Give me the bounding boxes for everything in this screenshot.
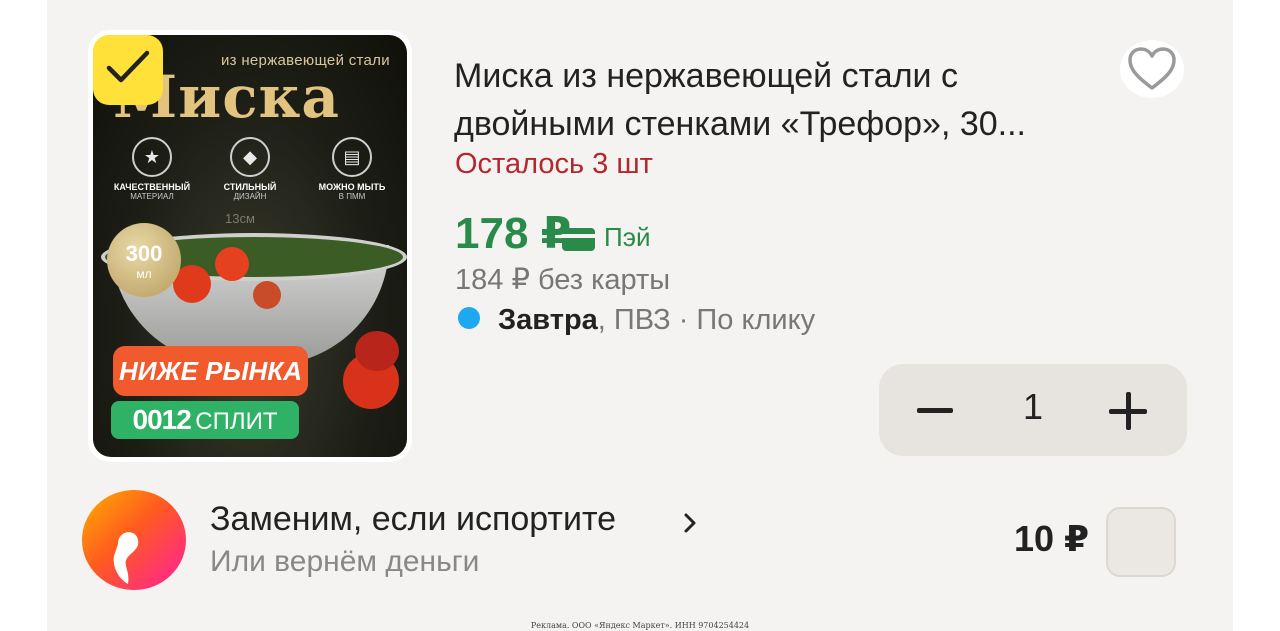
medal-value: 300 — [125, 241, 163, 266]
addon-price: 10 ₽ — [1014, 518, 1090, 559]
feature-subtitle: В ПММ — [338, 192, 366, 201]
addon-title[interactable]: Заменим, если испортите — [210, 500, 616, 539]
dimension-label: 13см — [225, 211, 255, 226]
thumbs-up-icon: ★ — [132, 137, 172, 177]
card-price: 178 ₽ — [455, 209, 572, 258]
below-market-badge: НИЖЕ РЫНКА — [113, 346, 308, 396]
stock-remaining: Осталось 3 шт — [455, 148, 653, 180]
dishwasher-icon: ▤ — [332, 137, 372, 177]
volume-medal: 300 мл — [107, 223, 181, 297]
product-title[interactable]: Миска из нержавеющей стали с двойными ст… — [454, 52, 1104, 148]
replacement-service-logo-icon — [82, 490, 186, 590]
feature-title: СТИЛЬНЫЙ — [223, 182, 277, 192]
delivery-date: Завтра — [498, 304, 598, 336]
feature-subtitle: МАТЕРИАЛ — [130, 192, 174, 201]
ad-disclaimer: Реклама. ООО «Яндекс Маркет». ИНН 970425… — [530, 621, 750, 630]
quantity-stepper: 1 — [879, 364, 1187, 456]
medal-unit: мл — [136, 267, 152, 281]
chevron-right-icon[interactable] — [683, 512, 697, 534]
increase-quantity-button[interactable] — [1109, 392, 1147, 430]
split-badge: 0012 СПЛИТ — [111, 401, 299, 439]
delivery-info: Завтра, ПВЗ · По клику — [458, 304, 815, 337]
delivery-dot-icon — [458, 307, 480, 330]
select-item-checkbox[interactable] — [93, 35, 163, 105]
delivery-method: , ПВЗ · По клику — [597, 304, 816, 336]
card-icon — [562, 228, 595, 251]
feature-design: ◆ СТИЛЬНЫЙ ДИЗАЙН — [205, 137, 295, 201]
pay-label: Пэй — [604, 222, 651, 252]
split-label: СПЛИТ — [195, 408, 278, 435]
heart-icon — [1128, 47, 1176, 90]
feature-subtitle: ДИЗАЙН — [233, 192, 267, 201]
feature-title: КАЧЕСТВЕННЫЙ — [113, 182, 191, 192]
price-without-card: 184 ₽ без карты — [455, 264, 671, 296]
feature-title: МОЖНО МЫТЬ — [318, 182, 386, 192]
tomato-illustration — [355, 331, 399, 371]
feature-dishwasher: ▤ МОЖНО МЫТЬ В ПММ — [307, 137, 397, 201]
addon-checkbox[interactable] — [1106, 507, 1176, 577]
addon-subtitle: Или вернём деньги — [210, 545, 480, 578]
feature-quality: ★ КАЧЕСТВЕННЫЙ МАТЕРИАЛ — [107, 137, 197, 201]
favorite-button[interactable] — [1120, 40, 1184, 98]
tomato-illustration — [253, 281, 281, 309]
tomato-illustration — [215, 247, 249, 281]
split-number: 0012 — [132, 404, 192, 435]
diamond-icon: ◆ — [230, 137, 270, 177]
checkmark-icon — [106, 50, 150, 83]
